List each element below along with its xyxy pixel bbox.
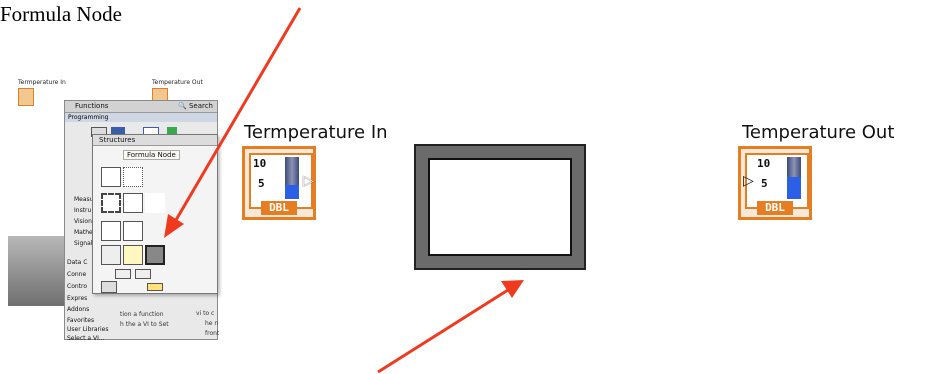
arrow-to-formula-node (377, 280, 524, 374)
annotation-arrows (164, 7, 524, 374)
arrow-to-palette-formula-node (164, 7, 302, 238)
